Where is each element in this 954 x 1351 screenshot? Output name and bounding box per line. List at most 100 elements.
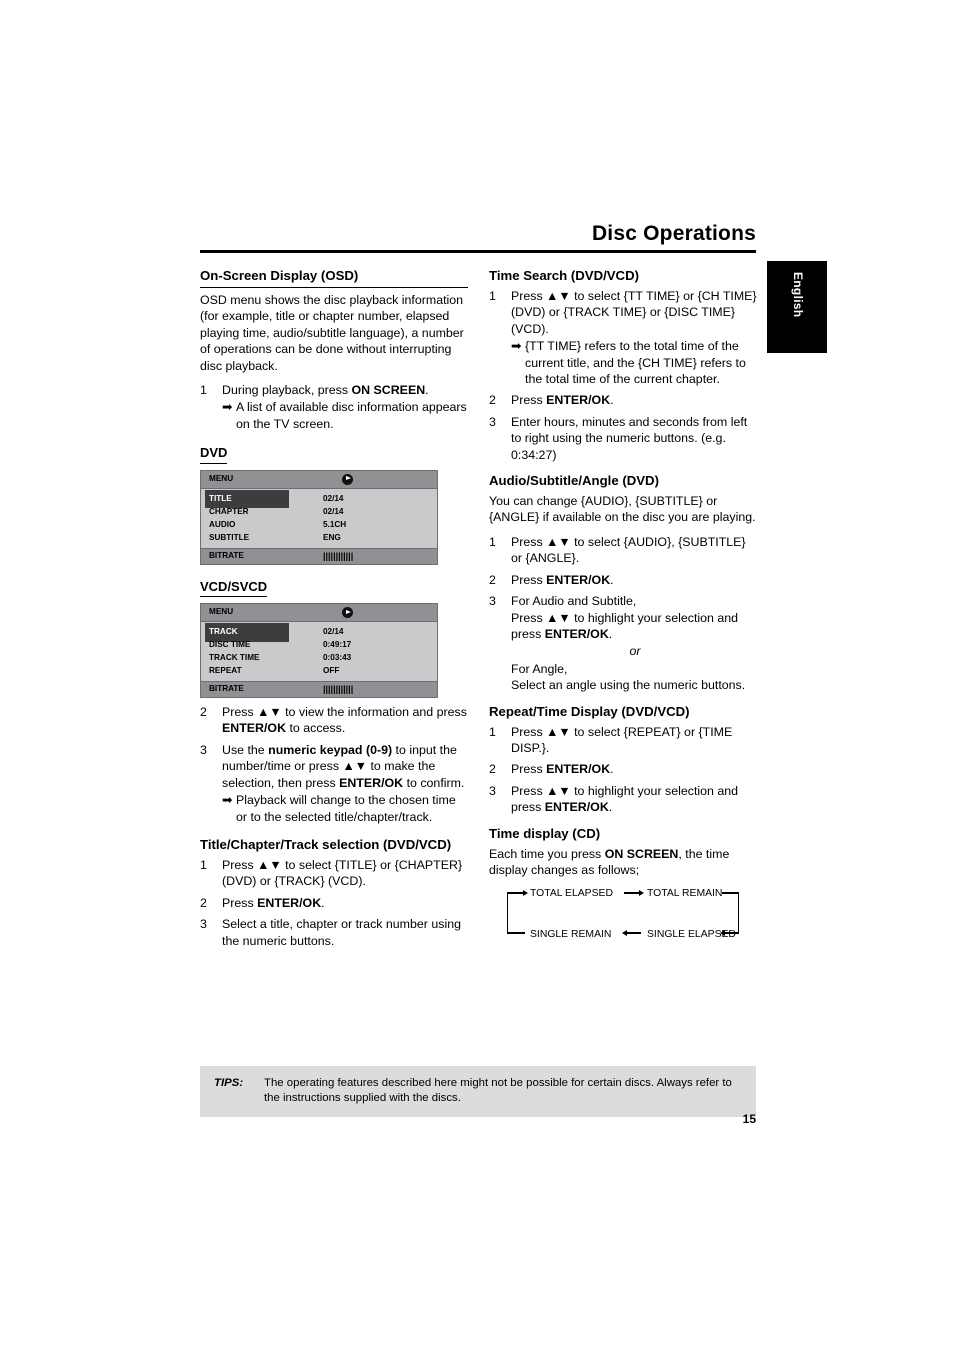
repeat-step-2: 2 Press ENTER/OK. [489, 761, 759, 777]
asa-angle-label: For Angle, [511, 661, 568, 676]
diagram-total-elapsed: TOTAL ELAPSED [530, 888, 613, 900]
step-text: Press ▲▼ to highlight your selection and… [511, 784, 738, 814]
asa-angle-text: Select an angle using the numeric button… [511, 678, 746, 693]
enter-ok-bold: ENTER/OK [544, 800, 609, 815]
osd-bitrate-bar: BITRATE |||||||||||| [201, 681, 437, 698]
nav-updown-icon: ▲▼ [546, 724, 571, 739]
osd-row: SUBTITLE ENG [201, 532, 437, 545]
diagram-arrow-into-total-elapsed [523, 889, 528, 896]
osd-step-2: 2 Press ▲▼ to view the information and p… [200, 704, 468, 737]
step-text-part: Press [222, 857, 258, 872]
tips-label: TIPS: [214, 1077, 244, 1089]
nav-updown-icon: ▲▼ [546, 610, 571, 625]
step-text: Enter hours, minutes and seconds from le… [511, 414, 748, 462]
on-screen-bold: ON SCREEN [604, 846, 679, 861]
step-text-part: Press [511, 572, 547, 587]
osd-row-key: REPEAT [209, 666, 242, 676]
diagram-line-right [738, 892, 740, 934]
numeric-keypad-bold: numeric keypad (0-9) [268, 742, 393, 757]
step-text: Use the numeric keypad (0-9) to input th… [222, 743, 464, 790]
cd-time-display-diagram: TOTAL ELAPSED TOTAL REMAIN SINGLE REMAIN… [501, 886, 747, 944]
heading-title-chapter-track: Title/Chapter/Track selection (DVD/VCD) [200, 836, 452, 852]
osd-step-3-note: ➡ Playback will change to the chosen tim… [222, 792, 468, 825]
on-screen-bold: ON SCREEN [351, 383, 426, 398]
note-text: {TT TIME} refers to the total time of th… [525, 339, 746, 387]
diagram-single-remain: SINGLE REMAIN [530, 929, 612, 941]
enter-ok-bold: ENTER/OK [544, 626, 609, 641]
osd-menu-bar: MENU [201, 604, 437, 623]
nav-updown-icon: ▲▼ [257, 857, 282, 872]
asa-step-1: 1 Press ▲▼ to select {AUDIO}, {SUBTITLE}… [489, 534, 759, 567]
time-search-note: ➡ {TT TIME} refers to the total time of … [511, 338, 759, 387]
time-search-step-1: 1 Press ▲▼ to select {TT TIME} or {CH TI… [489, 288, 759, 387]
step-text: Press ENTER/OK. [222, 896, 325, 910]
heading-repeat-time-display: Repeat/Time Display (DVD/VCD) [489, 703, 690, 719]
step-text: Press ENTER/OK. [511, 762, 614, 776]
osd-bitrate-meter: |||||||||||| [323, 684, 354, 695]
vcd-osd-screenshot: MENU TRACK 02/14 DISC TIME 0:49:17 TRACK… [200, 603, 438, 699]
tcs-step-2: 2 Press ENTER/OK. [200, 895, 468, 911]
left-column: On-Screen Display (OSD) OSD menu shows t… [200, 268, 468, 954]
diagram-line-left [507, 892, 509, 934]
page-number: 15 [742, 1112, 756, 1126]
step-text-end: . [608, 626, 613, 641]
repeat-step-1: 1 Press ▲▼ to select {REPEAT} or {TIME D… [489, 724, 759, 757]
asa-intro-text: You can change {AUDIO}, {SUBTITLE} or {A… [489, 494, 756, 525]
tcs-step-1: 1 Press ▲▼ to select {TITLE} or {CHAPTER… [200, 857, 468, 890]
enter-ok-bold: ENTER/OK [546, 572, 611, 587]
step-text-part: Press [511, 610, 547, 625]
osd-rows: TRACK 02/14 DISC TIME 0:49:17 TRACK TIME… [201, 622, 437, 682]
step-number: 3 [200, 917, 207, 932]
osd-row-key: SUBTITLE [209, 532, 250, 542]
enter-ok-bold: ENTER/OK [339, 775, 404, 790]
step-number: 3 [200, 742, 207, 757]
osd-bitrate-meter: |||||||||||| [323, 550, 354, 561]
step-number: 1 [489, 724, 496, 739]
osd-menu-label: MENU [209, 473, 234, 483]
diagram-total-remain: TOTAL REMAIN [647, 888, 723, 900]
heading-time-display-cd: Time display (CD) [489, 825, 601, 841]
tips-box: TIPS: The operating features described h… [200, 1066, 756, 1117]
step-text-part: Press [511, 762, 547, 777]
step-text-end: . [610, 762, 614, 777]
osd-bitrate-bar: BITRATE |||||||||||| [201, 547, 437, 564]
label-dvd: DVD [200, 445, 228, 464]
nav-updown-icon: ▲▼ [546, 289, 571, 303]
step-text-end: . [610, 572, 614, 587]
repeat-step-3: 3 Press ▲▼ to highlight your selection a… [489, 783, 759, 816]
note-text: A list of available disc information app… [236, 400, 467, 431]
step-text-part: Press [222, 895, 258, 910]
step-text-part: Press [511, 289, 547, 303]
step-text-end: to access. [286, 721, 346, 736]
cd-intro-part: Each time you press [489, 846, 605, 861]
step-text-part: Press [511, 393, 547, 408]
step-text: Press ▲▼ to select {AUDIO}, {SUBTITLE} o… [511, 535, 746, 565]
asa-or-text: or [629, 644, 641, 659]
nav-updown-icon: ▲▼ [342, 759, 368, 774]
time-search-step-3: 3 Enter hours, minutes and seconds from … [489, 414, 759, 463]
step-text-end: . [608, 800, 613, 815]
nav-updown-icon: ▲▼ [257, 705, 282, 720]
diagram-line-right-top [722, 892, 739, 894]
step-number: 1 [489, 534, 496, 549]
heading-time-search: Time Search (DVD/VCD) [489, 268, 639, 283]
arrow-icon: ➡ [222, 400, 233, 415]
tcs-step-3: 3 Select a title, chapter or track numbe… [200, 916, 468, 949]
osd-row-value: OFF [323, 666, 340, 676]
play-icon [342, 473, 353, 485]
step-number: 1 [200, 383, 207, 398]
step-text-part: Press [511, 534, 547, 549]
tips-text: The operating features described here mi… [264, 1077, 732, 1104]
right-column: Time Search (DVD/VCD) 1 Press ▲▼ to sele… [489, 268, 759, 944]
heading-audio-subtitle-angle: Audio/Subtitle/Angle (DVD) [489, 473, 659, 489]
step-text-part: During playback, press [222, 383, 352, 398]
step-text-end: . [425, 383, 429, 398]
osd-rows: TITLE 02/14 CHAPTER 02/14 AUDIO 5.1CH SU… [201, 488, 437, 548]
osd-bitrate-label: BITRATE [209, 550, 244, 560]
step-text: Press ▲▼ to select {TITLE} or {CHAPTER} … [222, 858, 462, 888]
step-text: Press ENTER/OK. [511, 573, 614, 587]
step-text: Select a title, chapter or track number … [222, 917, 461, 948]
osd-intro-text: OSD menu shows the disc playback informa… [200, 293, 464, 373]
time-search-step-2: 2 Press ENTER/OK. [489, 392, 759, 408]
diagram-arrow-into-total-remain [639, 889, 644, 896]
